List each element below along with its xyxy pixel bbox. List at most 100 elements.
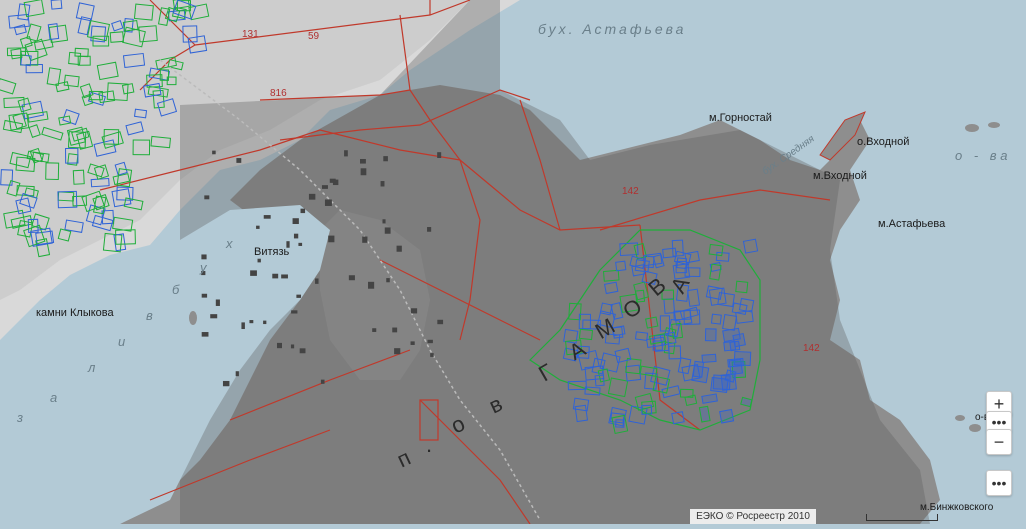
building — [368, 281, 375, 289]
building — [382, 219, 386, 224]
building — [293, 233, 299, 239]
building — [308, 193, 316, 200]
building — [360, 158, 366, 164]
bay-letter-2: л — [88, 360, 96, 375]
island-4 — [969, 424, 981, 432]
scale-bar — [866, 514, 938, 521]
building — [360, 168, 367, 176]
attribution-text: ЕЭКО © Росреестр 2010 — [690, 509, 816, 524]
label-cape-vkhodnoy: м.Входной — [813, 170, 867, 182]
label-island-vkhodnoy: о.Входной — [857, 136, 910, 148]
building — [201, 254, 207, 260]
parcel-number-816: 816 — [270, 88, 287, 99]
label-cape-astafyeva: м.Астафьева — [878, 218, 946, 230]
building — [298, 242, 303, 246]
building — [250, 270, 257, 276]
label-bay-astafyeva: бух. Астафьева — [538, 21, 687, 37]
land-plot — [723, 340, 737, 352]
island-2 — [988, 122, 1000, 128]
label-cape-bottom: м.Бинжковского — [920, 502, 994, 513]
bay-letter-1: а — [50, 390, 58, 405]
peninsula-letter-1: . — [426, 432, 433, 457]
building — [272, 273, 279, 279]
building — [386, 278, 390, 283]
building — [437, 152, 442, 159]
building — [296, 294, 302, 298]
building — [263, 215, 271, 219]
building — [437, 319, 444, 325]
map-canvas[interactable]: бух. Астафьева м.Горностай о.Входной м.В… — [0, 0, 1026, 525]
building — [315, 278, 319, 284]
building — [383, 156, 388, 162]
parcel-number-59: 59 — [308, 31, 320, 42]
building — [321, 185, 328, 189]
building — [320, 379, 325, 384]
parcel-number-131: 131 — [242, 29, 259, 40]
building — [292, 218, 299, 225]
building — [256, 225, 260, 229]
building — [210, 314, 218, 319]
building — [410, 341, 415, 345]
building — [222, 380, 230, 387]
building — [241, 322, 245, 330]
bay-letter-0: з — [17, 410, 24, 425]
building — [235, 371, 239, 377]
label-vityaz: Витязь — [254, 246, 290, 258]
land-plot — [719, 408, 735, 424]
building — [372, 328, 377, 332]
building — [427, 227, 432, 232]
building — [204, 195, 210, 200]
label-cape-gornostai: м.Горностай — [709, 112, 772, 124]
label-islands-right: о - ва — [955, 148, 1012, 163]
land-plot — [710, 376, 729, 394]
building — [276, 342, 282, 349]
building — [344, 150, 348, 157]
building — [328, 235, 335, 243]
bay-letter-8: х — [226, 236, 233, 251]
label-kamni-klykova: камни Клыкова — [36, 307, 114, 319]
building — [329, 178, 336, 183]
land-plot — [692, 360, 705, 378]
building — [263, 320, 267, 325]
building — [384, 227, 391, 234]
building — [362, 236, 368, 243]
building — [201, 332, 209, 337]
bay-letter-7: у — [200, 260, 207, 275]
building — [249, 320, 254, 324]
building — [201, 293, 208, 298]
zoom-out-button[interactable]: − — [986, 429, 1012, 455]
island-5 — [189, 311, 197, 325]
building — [411, 308, 418, 314]
building — [257, 258, 261, 263]
building — [299, 348, 306, 354]
map-svg — [0, 0, 1026, 525]
bay-letter-3: и — [118, 334, 126, 349]
building — [324, 199, 332, 206]
land-plot — [727, 357, 744, 368]
land-plot — [704, 328, 717, 342]
building — [430, 353, 434, 357]
building — [427, 339, 433, 344]
island-1 — [965, 124, 979, 132]
building — [212, 150, 216, 155]
building — [394, 348, 401, 355]
building — [236, 158, 242, 163]
building — [215, 299, 220, 306]
building — [380, 181, 385, 187]
land-plot — [722, 327, 741, 343]
building — [281, 274, 288, 279]
land-plot — [701, 353, 717, 363]
building — [392, 327, 398, 333]
bay-letter-6: б — [172, 282, 180, 297]
building — [300, 208, 306, 214]
building — [291, 310, 298, 314]
building — [348, 275, 355, 281]
bay-letter-4: в — [146, 308, 153, 323]
map-options-button[interactable]: ••• — [986, 470, 1012, 496]
island-3 — [955, 415, 965, 421]
parcel-number-142-b: 142 — [803, 343, 820, 354]
building — [290, 344, 295, 349]
parcel-number-142-a: 142 — [622, 186, 639, 197]
land-plot — [698, 405, 711, 423]
building — [396, 245, 402, 252]
